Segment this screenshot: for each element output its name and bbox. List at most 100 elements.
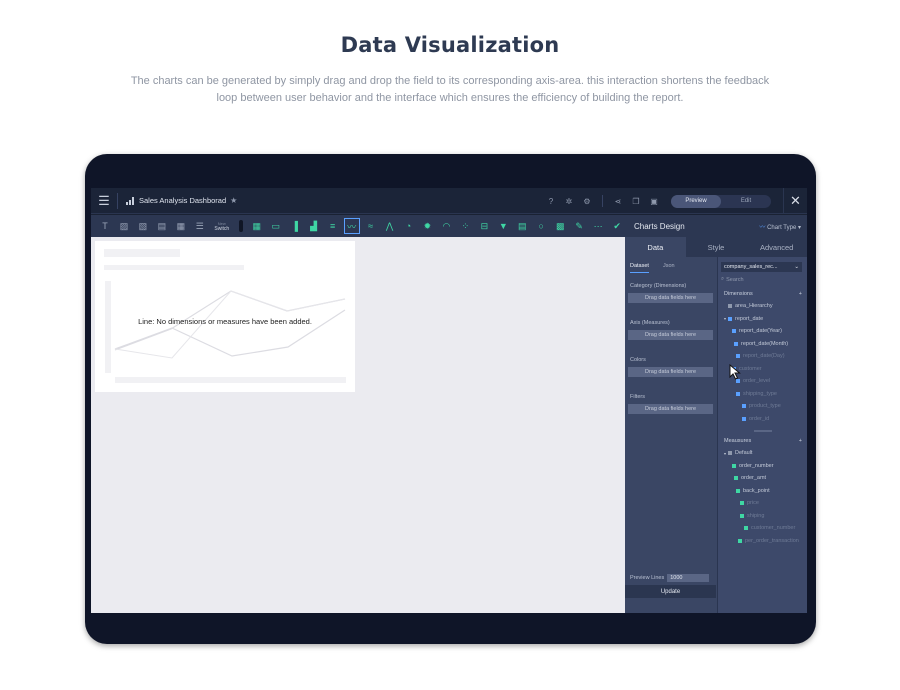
filter-list-icon[interactable]: ☰ (192, 218, 208, 234)
report-canvas[interactable]: Line: No dimensions or measures have bee… (91, 237, 625, 613)
chevron-down-icon: ⌄ (794, 264, 799, 270)
field-icon (732, 329, 736, 334)
tree-item[interactable]: report_date(Year) (718, 325, 807, 338)
search-input[interactable]: Search (726, 277, 743, 283)
ring-icon[interactable]: ○ (533, 218, 549, 234)
word-cloud-icon[interactable]: ✎ (571, 218, 587, 234)
table-icon[interactable]: ▦ (173, 218, 189, 234)
area-chart-icon[interactable]: ≈ (363, 218, 379, 234)
chart-type-dropdown[interactable]: 〰 Chart Type ▾ (759, 222, 801, 231)
tab-json[interactable]: Json (663, 263, 675, 273)
tree-item[interactable]: report_date(Day) (718, 350, 807, 363)
tree-item[interactable]: report_date(Month) (718, 338, 807, 351)
preview-lines: Preview Lines 1000 (625, 571, 716, 585)
settings-icon[interactable]: ⚙ (580, 194, 594, 208)
dataset-select[interactable]: company_sales_rec... ⌄ (721, 262, 802, 272)
filters-label: Filters (630, 394, 645, 400)
tree-item[interactable]: customer_number (718, 522, 807, 535)
tree-item[interactable]: back_point (718, 485, 807, 498)
panel-header: Charts Design 〰 Chart Type ▾ (625, 215, 807, 237)
field-icon (742, 416, 746, 421)
hero-title: Data Visualization (340, 33, 560, 57)
bug-icon[interactable]: ✲ (562, 194, 576, 208)
heatmap-icon[interactable]: ▩ (552, 218, 568, 234)
tree-item[interactable]: per_order_transaction (718, 535, 807, 548)
list-icon[interactable]: ▤ (154, 218, 170, 234)
measures-label: Meausures (724, 438, 752, 444)
custom-chart-icon[interactable]: ✔ (609, 218, 625, 234)
field-icon (736, 391, 740, 396)
stacked-bar-icon[interactable]: ▟ (306, 218, 322, 234)
table-chart-icon[interactable]: ▦ (249, 218, 265, 234)
waterfall-icon[interactable]: ⊟ (476, 218, 492, 234)
edit-button[interactable]: Edit (721, 195, 771, 208)
field-wells: Dataset Json Category (Dimensions) Drag … (625, 257, 716, 613)
field-icon (742, 404, 746, 409)
measures-tree: ▾ Default order_number order_amt back_poi… (718, 447, 807, 547)
category-drop-zone[interactable]: Drag data fields here (628, 293, 713, 303)
card-chart-icon[interactable]: ▭ (268, 218, 284, 234)
update-button[interactable]: Update (625, 585, 716, 598)
category-label: Category (Dimensions) (630, 283, 687, 289)
tree-item[interactable]: ▾ Default (718, 447, 807, 460)
picture-icon[interactable]: ▧ (135, 218, 151, 234)
line-chart-icon[interactable]: 〰 (343, 218, 360, 234)
divider (602, 195, 603, 207)
combo-chart-icon[interactable]: ⋀ (382, 218, 398, 234)
add-icon[interactable]: + (799, 291, 802, 297)
bar-chart-icon[interactable]: ▐ (287, 218, 303, 234)
star-icon[interactable]: ★ (230, 196, 237, 205)
tab-advanced[interactable]: Advanced (746, 237, 807, 257)
add-icon[interactable]: + (799, 438, 802, 444)
radar-chart-icon[interactable]: ✹ (419, 218, 435, 234)
preview-lines-input[interactable]: 1000 (667, 574, 710, 582)
tree-item[interactable]: price (718, 497, 807, 510)
tree-item[interactable]: area_Hierarchy (718, 300, 807, 313)
app-screen: ☰ Sales Analysis Dashborad ★ ? ✲ ⚙ ⋖ ❐ ▣… (91, 188, 807, 613)
funnel-icon[interactable]: ▼ (495, 218, 511, 234)
tree-item[interactable]: order_id (718, 413, 807, 426)
image-icon[interactable]: ▨ (116, 218, 132, 234)
pie-chart-icon[interactable]: ◔ (401, 218, 417, 234)
chart-card[interactable]: Line: No dimensions or measures have bee… (95, 241, 355, 392)
filters-drop-zone[interactable]: Drag data fields here (628, 404, 713, 414)
tree-item[interactable]: order_amt (718, 472, 807, 485)
dimensions-label: Dimensions (724, 291, 753, 297)
sankey-icon[interactable]: ⋯ (590, 218, 606, 234)
share-icon[interactable]: ⋖ (611, 194, 625, 208)
panel-title: Charts Design (634, 221, 685, 231)
bar-chart-icon (126, 196, 134, 205)
field-icon (734, 341, 738, 346)
field-icon (736, 354, 740, 359)
scrollbar[interactable] (753, 430, 772, 432)
save-icon[interactable]: ▣ (647, 194, 661, 208)
scatter-icon[interactable]: ⁘ (457, 218, 473, 234)
gauge-icon[interactable]: ◠ (438, 218, 454, 234)
map-icon[interactable]: ▤ (514, 218, 530, 234)
tree-item[interactable]: product_type (718, 400, 807, 413)
tree-item[interactable]: ▾ report_date (718, 313, 807, 326)
chart-empty-message: Line: No dimensions or measures have bee… (138, 317, 312, 326)
switch-toggle[interactable] (238, 220, 243, 232)
switch-control[interactable]: New Switch (211, 217, 233, 235)
tab-data[interactable]: Data (625, 237, 686, 257)
tree-item[interactable]: shipping_type (718, 388, 807, 401)
line-chart-icon: 〰 (759, 224, 766, 231)
field-search[interactable]: ⌕ Search (721, 275, 802, 284)
close-icon[interactable]: ✕ (783, 188, 807, 214)
tab-dataset[interactable]: Dataset (630, 263, 649, 273)
preview-button[interactable]: Preview (671, 194, 721, 208)
help-icon[interactable]: ? (544, 194, 558, 208)
menu-icon[interactable]: ☰ (91, 188, 117, 214)
tree-item[interactable]: order_number (718, 460, 807, 473)
app-topbar: ☰ Sales Analysis Dashborad ★ ? ✲ ⚙ ⋖ ❐ ▣… (91, 188, 807, 214)
colors-drop-zone[interactable]: Drag data fields here (628, 367, 713, 377)
tab-style[interactable]: Style (686, 237, 747, 257)
text-icon[interactable]: T (97, 218, 113, 234)
switch-label: Switch (214, 225, 230, 232)
caret-icon: ▾ (724, 316, 727, 322)
copy-icon[interactable]: ❐ (629, 194, 643, 208)
horizontal-bar-icon[interactable]: ≡ (325, 218, 341, 234)
axis-drop-zone[interactable]: Drag data fields here (628, 330, 713, 340)
tree-item[interactable]: shiping (718, 510, 807, 523)
